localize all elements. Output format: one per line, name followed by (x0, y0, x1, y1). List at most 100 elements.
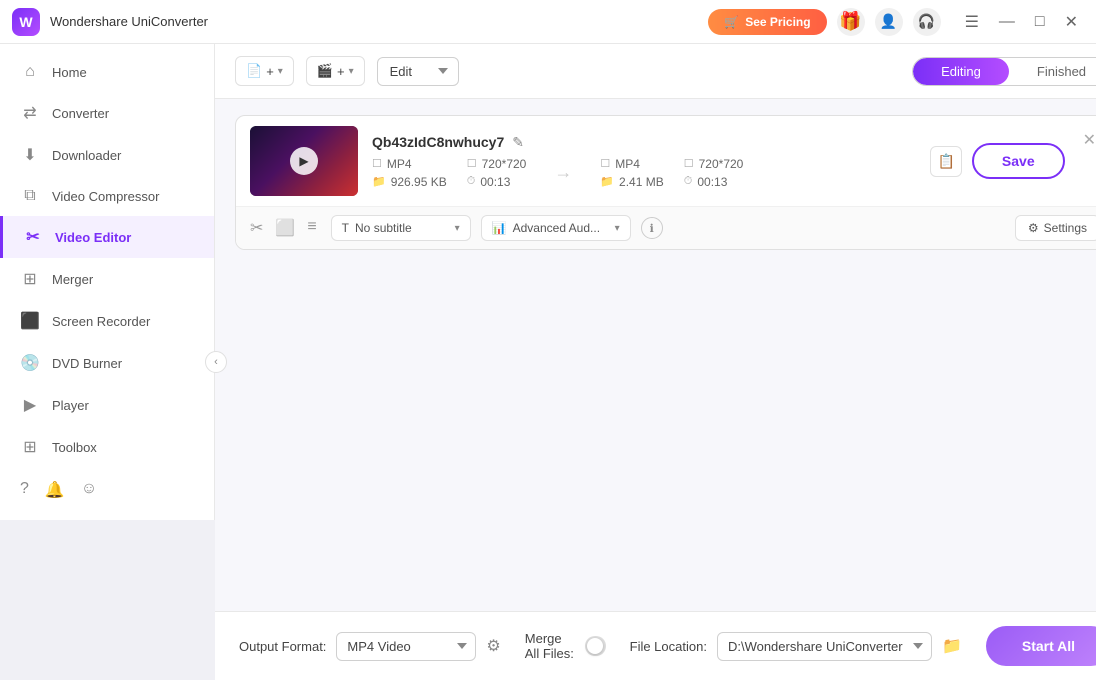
cart-icon: 🛒 (724, 15, 739, 29)
add-file-icon: 📄 (246, 63, 262, 79)
home-icon: ⌂ (20, 63, 40, 81)
window-controls: ☰ — □ ✕ (959, 8, 1084, 36)
sidebar-item-video-editor[interactable]: ✂ Video Editor (0, 216, 214, 258)
file-location-field: File Location: D:\Wondershare UniConvert… (630, 632, 962, 661)
output-size: 📁 2.41 MB (600, 175, 663, 189)
merge-all-label: Merge All Files: (525, 631, 577, 661)
output-format-label: Output Format: (239, 639, 326, 654)
sidebar-item-merger[interactable]: ⊞ Merger (0, 258, 214, 300)
source-meta-2: ☐ 720*720 ⏱ 00:13 (467, 157, 527, 189)
see-pricing-button[interactable]: 🛒 See Pricing (708, 9, 826, 35)
title-bar-left: W Wondershare UniConverter (12, 8, 208, 36)
file-card-top: ▶ Qb43zIdC8nwhucy7 ✎ ☐ (236, 116, 1096, 207)
sidebar-item-dvd-burner[interactable]: 💿 DVD Burner (0, 342, 214, 384)
sidebar-label-home: Home (52, 65, 87, 80)
add-media-button[interactable]: 🎬 + ▾ (306, 56, 365, 86)
file-location-select[interactable]: D:\Wondershare UniConverter (717, 632, 932, 661)
copy-settings-button[interactable]: 📋 (930, 146, 961, 177)
output-duration-icon: ⏱ (684, 175, 693, 188)
gift-icon[interactable]: 🎁 (837, 8, 865, 36)
sidebar-item-home[interactable]: ⌂ Home (0, 52, 214, 92)
edit-dropdown[interactable]: Edit Trim Crop Effects (377, 57, 459, 86)
sidebar-label-player: Player (52, 398, 89, 413)
screen-recorder-icon: ⬛ (20, 311, 40, 331)
close-card-button[interactable]: ✕ (1079, 126, 1096, 154)
sidebar-label-merger: Merger (52, 272, 93, 287)
output-format-field: Output Format: MP4 Video ⚙ (239, 632, 501, 661)
size-icon: 📁 (372, 175, 386, 188)
output-format-icon: ☐ (600, 157, 610, 170)
crop-icon[interactable]: ⬜ (275, 218, 295, 238)
duration-icon: ⏱ (467, 175, 476, 188)
source-duration-value: 00:13 (480, 175, 510, 189)
settings-button[interactable]: ⚙ Settings (1015, 215, 1096, 241)
audio-label: Advanced Aud... (513, 221, 600, 235)
headphone-icon[interactable]: 🎧 (913, 8, 941, 36)
copy-icon: 📋 (937, 153, 954, 169)
sidebar-label-video-editor: Video Editor (55, 230, 131, 245)
notification-icon[interactable]: 🔔 (45, 480, 65, 500)
player-icon: ▶ (20, 395, 40, 415)
hamburger-menu-button[interactable]: ☰ (959, 8, 985, 36)
sidebar-item-downloader[interactable]: ⬇ Downloader (0, 134, 214, 176)
sidebar-item-screen-recorder[interactable]: ⬛ Screen Recorder (0, 300, 214, 342)
source-format: ☐ MP4 (372, 157, 447, 171)
downloader-icon: ⬇ (20, 145, 40, 165)
help-icon[interactable]: ? (20, 480, 29, 500)
subtitle-select[interactable]: T No subtitle ▾ (331, 215, 471, 241)
output-settings-icon[interactable]: ⚙ (486, 636, 500, 656)
output-resolution: ☐ 720*720 (684, 157, 744, 171)
sidebar-item-player[interactable]: ▶ Player (0, 384, 214, 426)
toggle-knob (587, 638, 603, 654)
output-duration: ⏱ 00:13 (684, 175, 744, 189)
source-resolution: ☐ 720*720 (467, 157, 527, 171)
minimize-button[interactable]: — (993, 8, 1021, 36)
footer-bar: Output Format: MP4 Video ⚙ Merge All Fil… (215, 611, 1096, 680)
add-media-icon: 🎬 (317, 63, 333, 79)
settings-label: Settings (1044, 221, 1087, 235)
dvd-burner-icon: 💿 (20, 353, 40, 373)
file-thumbnail[interactable]: ▶ (250, 126, 358, 196)
sidebar-bottom: ? 🔔 ☺ (0, 468, 214, 512)
tab-editing[interactable]: Editing (913, 58, 1009, 85)
output-meta: ☐ MP4 📁 2.41 MB (600, 157, 663, 189)
start-all-button[interactable]: Start All (986, 626, 1096, 666)
converter-icon: ⇄ (20, 103, 40, 123)
file-rename-icon[interactable]: ✎ (512, 134, 524, 151)
file-name: Qb43zIdC8nwhucy7 (372, 134, 504, 150)
title-bar-right: 🛒 See Pricing 🎁 👤 🎧 ☰ — □ ✕ (708, 8, 1084, 36)
output-size-value: 2.41 MB (619, 175, 664, 189)
title-bar: W Wondershare UniConverter 🛒 See Pricing… (0, 0, 1096, 44)
source-duration: ⏱ 00:13 (467, 175, 527, 189)
add-file-button[interactable]: 📄 + ▾ (235, 56, 294, 86)
subtitle-icon: T (342, 221, 349, 235)
sidebar-item-toolbox[interactable]: ⊞ Toolbox (0, 426, 214, 468)
sidebar-item-video-compressor[interactable]: ⧉ Video Compressor (0, 176, 214, 216)
main-content: 📄 + ▾ 🎬 + ▾ Edit Trim Crop Effects Editi… (215, 44, 1096, 680)
save-button[interactable]: Save (972, 143, 1065, 179)
feedback-icon[interactable]: ☺ (81, 480, 97, 500)
file-card: ▶ Qb43zIdC8nwhucy7 ✎ ☐ (235, 115, 1096, 250)
trim-icon[interactable]: ✂ (250, 218, 263, 238)
output-format-select[interactable]: MP4 Video (336, 632, 476, 661)
merge-toggle-switch[interactable] (585, 636, 606, 656)
sidebar-label-converter: Converter (52, 106, 109, 121)
audio-caret: ▾ (615, 223, 620, 234)
output-resolution-value: 720*720 (699, 157, 744, 171)
play-button[interactable]: ▶ (290, 147, 318, 175)
sidebar-label-toolbox: Toolbox (52, 440, 97, 455)
effects-icon[interactable]: ≡ (307, 218, 316, 238)
browse-folder-button[interactable]: 📁 (942, 636, 962, 656)
file-info: Qb43zIdC8nwhucy7 ✎ ☐ MP4 (372, 134, 916, 189)
maximize-button[interactable]: □ (1029, 8, 1051, 36)
tab-finished[interactable]: Finished (1009, 58, 1096, 85)
sidebar-collapse-button[interactable]: ‹ (205, 351, 227, 373)
user-icon[interactable]: 👤 (875, 8, 903, 36)
sidebar: ⌂ Home ⇄ Converter ⬇ Downloader ⧉ Video … (0, 44, 215, 520)
close-button[interactable]: ✕ (1059, 8, 1084, 36)
audio-select[interactable]: 📊 Advanced Aud... ▾ (481, 215, 631, 241)
merge-all-field: Merge All Files: (525, 631, 606, 661)
info-button[interactable]: ℹ (641, 217, 663, 239)
merger-icon: ⊞ (20, 269, 40, 289)
sidebar-item-converter[interactable]: ⇄ Converter (0, 92, 214, 134)
